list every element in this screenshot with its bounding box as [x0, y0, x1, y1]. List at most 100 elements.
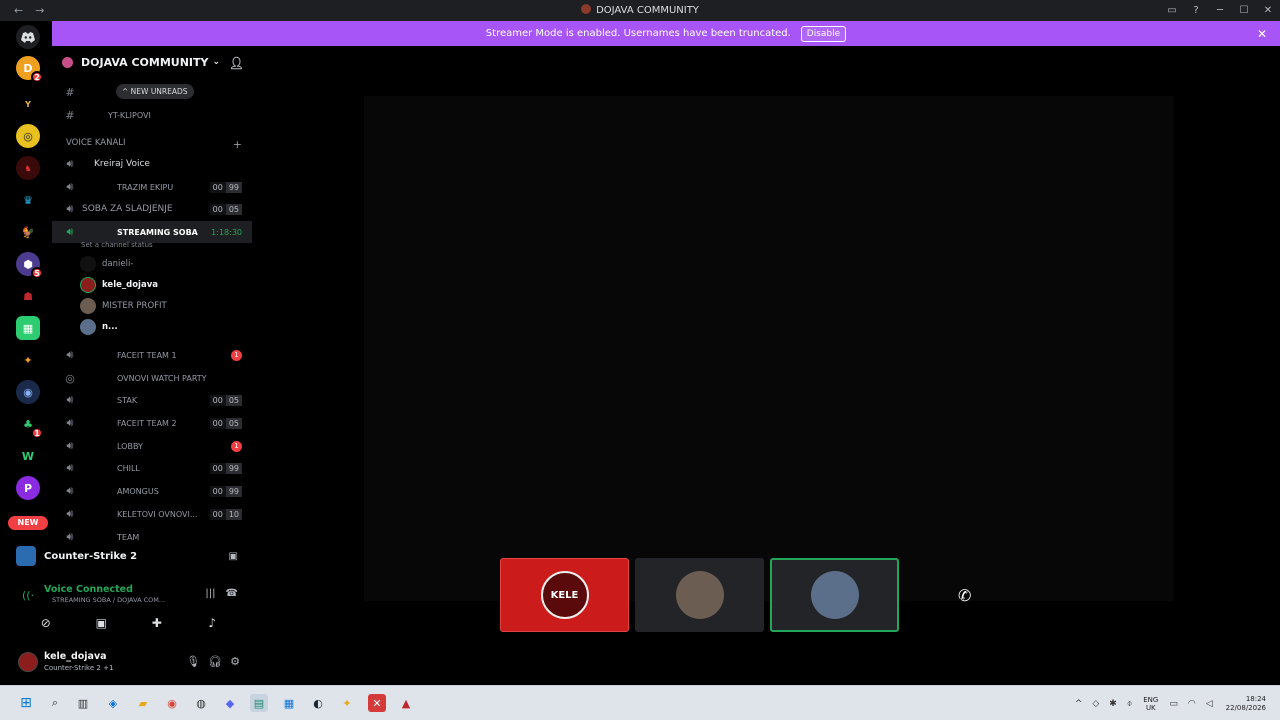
task-view-icon[interactable]: ▥ [74, 694, 92, 712]
chevron-up-icon[interactable]: ^ [1075, 699, 1083, 709]
close-icon[interactable]: ✕ [1257, 27, 1267, 41]
app-active-icon[interactable]: ▤ [250, 694, 268, 712]
voice-channel-ovnovi-watch-party[interactable]: ◎ OVNOVI WATCH PARTY [52, 367, 252, 389]
invite-people-icon[interactable]: 👤︎ [229, 56, 244, 70]
disable-streamer-button[interactable]: Disable [800, 25, 847, 42]
help-icon[interactable]: ? [1184, 5, 1208, 16]
gear-icon[interactable]: ⚙ [230, 655, 240, 668]
steam-icon[interactable]: ◐ [309, 694, 327, 712]
participant-tile[interactable] [635, 558, 764, 632]
voice-user[interactable]: danieli- [80, 254, 133, 274]
server-icon-5[interactable]: ♛ [16, 188, 40, 212]
server-icon-7[interactable]: ⬢ 5 [16, 252, 43, 279]
notepad-icon[interactable]: ▦ [280, 694, 298, 712]
headphones-icon[interactable]: 🎧︎ [208, 655, 222, 668]
minimize-button[interactable]: ─ [1208, 5, 1232, 16]
bluetooth-icon[interactable]: ✱ [1109, 699, 1117, 709]
voice-channel-lobby[interactable]: 🔊︎ LOBBY 1 [52, 435, 252, 457]
channel-row-yt-klipovi[interactable]: # YT-KLIPOVI [52, 104, 252, 126]
voice-connected-channel[interactable]: STREAMING SOBA / DOJAVA COM... [52, 596, 165, 604]
volume-icon[interactable]: ◁ [1206, 699, 1213, 709]
user-max: 05 [225, 203, 242, 215]
discord-home-icon[interactable] [16, 25, 40, 49]
language-indicator[interactable]: ENG UK [1143, 696, 1158, 712]
server-icon-1[interactable]: D2 [16, 56, 43, 83]
voice-channel-team[interactable]: 🔊︎ TEAM [52, 526, 252, 542]
server-icon-8[interactable]: ☗ [16, 284, 40, 308]
server-icon-12[interactable]: ♣ 1 [16, 412, 43, 439]
voice-connected-label[interactable]: Voice Connected [44, 584, 133, 595]
mention-badge: 1 [31, 427, 43, 439]
store-icon[interactable]: ◈ [104, 694, 122, 712]
server-icon-6[interactable]: 🐓 [16, 220, 40, 244]
voice-channel-trazim-ekipu[interactable]: 🔊︎ TRAZIM EKIPU 00 99 [52, 176, 252, 198]
voice-channel-soba-za-sladjenje[interactable]: 🔊︎ SOBA ZA SLADJENJE 00 05 [52, 198, 252, 220]
channel-status[interactable]: Set a channel status [81, 241, 153, 249]
avatar[interactable] [18, 652, 38, 672]
share-screen-icon[interactable]: ▣ [81, 612, 121, 634]
voice-category[interactable]: VOICE KANALI [66, 138, 126, 148]
counter-strike-taskbar-icon[interactable]: ✦ [338, 694, 356, 712]
participant-tile[interactable]: KELE [500, 558, 629, 632]
create-channel-icon[interactable]: + [233, 138, 242, 151]
inbox-icon[interactable]: ▭ [1160, 5, 1184, 16]
voice-channel-faceit-team-1[interactable]: 🔊︎ FACEIT TEAM 1 1 [52, 344, 252, 366]
participant-tile[interactable] [770, 558, 899, 632]
discord-taskbar-icon[interactable]: ◆ [221, 694, 239, 712]
voice-channel-stak[interactable]: 🔊︎ STAK 00 05 [52, 389, 252, 411]
user-count: 00 [209, 394, 226, 406]
phone-icon[interactable]: ✆ [958, 586, 971, 605]
file-explorer-icon[interactable]: ▰ [134, 694, 152, 712]
windows-start-icon[interactable]: ⊞ [17, 694, 35, 712]
new-servers-pill[interactable]: NEW [8, 516, 48, 530]
create-voice-row[interactable]: 🔊︎ Kreiraj Voice [52, 153, 252, 175]
server-icon-11[interactable]: ◉ [16, 380, 40, 404]
screen-share-icon[interactable]: ▣ [229, 551, 238, 562]
speaker-icon: 🔊︎ [66, 180, 74, 193]
signal-icon[interactable]: ((· [22, 589, 34, 602]
disconnect-icon[interactable]: ☎ [226, 588, 238, 599]
speaker-icon: 🔊︎ [66, 439, 74, 452]
user-count: 00 [209, 417, 226, 429]
server-icon-10[interactable]: ✦ [16, 348, 40, 372]
noise-suppression-icon[interactable]: ||| [205, 588, 215, 599]
close-window-button[interactable]: ✕ [1256, 5, 1280, 16]
voice-user[interactable]: n... [80, 317, 118, 337]
guild-header[interactable]: DOJAVA COMMUNITY ⌄ 👤︎ [52, 46, 252, 78]
search-icon[interactable]: ⌕ [46, 694, 64, 712]
voice-channel-faceit-team-2[interactable]: 🔊︎ FACEIT TEAM 2 00 05 [52, 412, 252, 434]
voice-user[interactable]: MISTER PROFIT [80, 296, 167, 316]
voice-channel-streaming-soba[interactable]: 🔊︎ STREAMING SOBA 1:18:30 [52, 221, 252, 243]
server-icon-9[interactable]: ▦ [16, 316, 40, 340]
voice-channel-keletovi-ovnovi[interactable]: 🔊︎ KELETOVI OVNOVI... 00 10 [52, 503, 252, 525]
faceit-icon[interactable]: ▲ [397, 694, 415, 712]
server-icon-3[interactable]: ◎ [16, 124, 40, 148]
server-icon-2[interactable]: Y [16, 92, 40, 116]
channel-label: STAK [117, 395, 138, 405]
guild-icon [62, 56, 73, 68]
soundboard-icon[interactable]: ♪ [192, 612, 232, 634]
app-icon[interactable]: ◍ [192, 694, 210, 712]
wifi-icon[interactable]: ◠ [1188, 699, 1196, 709]
voice-channel-chill[interactable]: 🔊︎ CHILL 00 99 [52, 457, 252, 479]
stream-view[interactable] [364, 96, 1174, 601]
camera-off-icon[interactable]: ⊘ [26, 612, 66, 634]
voice-channel-amongus[interactable]: 🔊︎ AMONGUS 00 99 [52, 480, 252, 502]
network-icon[interactable]: ◇ [1092, 699, 1099, 709]
server-icon-14[interactable]: P [16, 476, 40, 500]
microphone-icon[interactable]: 🎙︎ [186, 655, 200, 668]
microphone-tray-icon[interactable]: ⌽ [1127, 699, 1132, 709]
maximize-button[interactable]: ☐ [1232, 5, 1256, 16]
chrome-icon[interactable]: ◉ [163, 694, 181, 712]
new-unreads-pill[interactable]: ^ NEW UNREADS [116, 84, 194, 99]
server-icon-4[interactable]: ♞ [16, 156, 40, 180]
close-app-icon[interactable]: ✕ [368, 694, 386, 712]
activities-icon[interactable]: ✚ [137, 612, 177, 634]
user-limit: 00 99 [209, 181, 242, 193]
display-icon[interactable]: ▭ [1169, 699, 1178, 709]
avatar: KELE [540, 571, 589, 619]
clock[interactable]: 18:24 22/08/2026 [1226, 695, 1266, 713]
activity-row[interactable]: Counter-Strike 2 ▣ [16, 546, 246, 566]
server-icon-13[interactable]: W [16, 444, 40, 468]
voice-user[interactable]: kele_dojava [80, 275, 158, 295]
